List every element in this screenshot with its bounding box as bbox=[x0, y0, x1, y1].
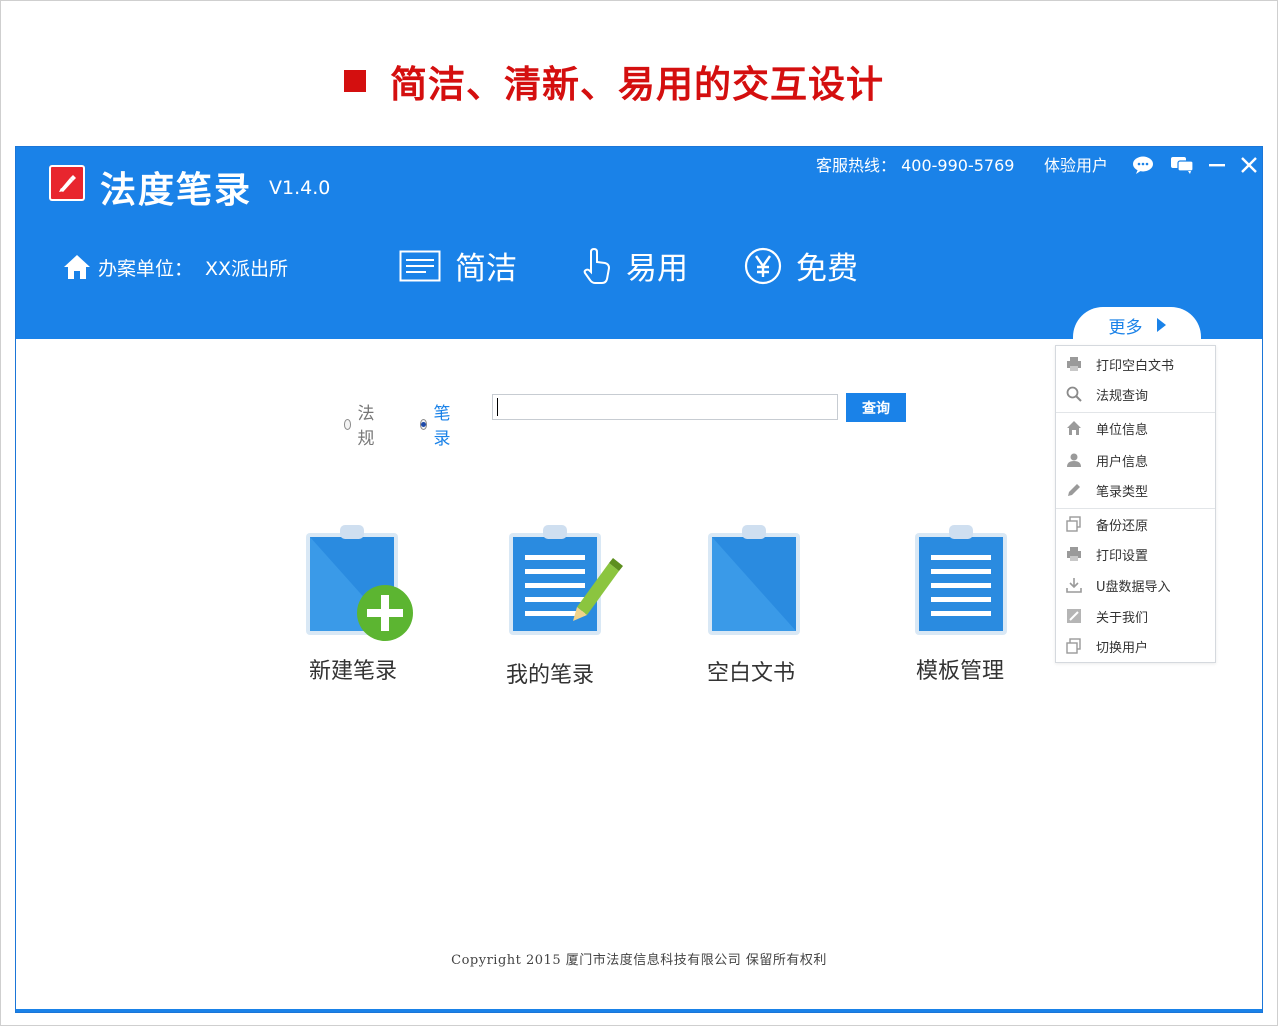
messages-icon[interactable] bbox=[1168, 151, 1196, 179]
menu-item-unit-info[interactable]: 单位信息 bbox=[1056, 414, 1215, 442]
template-icon bbox=[915, 525, 1007, 635]
copyright-text: Copyright 2015 厦门市法度信息科技有限公司 保留所有权利 bbox=[451, 953, 827, 968]
menu-item-law-search[interactable]: 法规查询 bbox=[1056, 380, 1215, 408]
feature-free: 免费 bbox=[744, 243, 858, 288]
menu-divider bbox=[1056, 508, 1215, 509]
menu-item-backup[interactable]: 备份还原 bbox=[1056, 510, 1215, 538]
menu-item-label: 用户信息 bbox=[1096, 454, 1149, 470]
user-type-label[interactable]: 体验用户 bbox=[1044, 152, 1108, 176]
home-icon bbox=[1066, 420, 1082, 436]
case-unit-label: 办案单位： bbox=[98, 257, 194, 280]
tile-new-note-label: 新建笔录 bbox=[308, 659, 397, 684]
tile-template-management-label: 模板管理 bbox=[915, 659, 1004, 684]
case-unit-value: XX派出所 bbox=[205, 257, 289, 280]
app-version: V1.4.0 bbox=[269, 177, 331, 199]
radio-law[interactable]: 法规 bbox=[344, 399, 378, 449]
more-tab-label: 更多 bbox=[1108, 317, 1143, 338]
case-unit: 办案单位： XX派出所 bbox=[62, 253, 288, 281]
app-logo-icon bbox=[49, 165, 85, 201]
search-input[interactable] bbox=[492, 394, 838, 420]
minimize-icon[interactable] bbox=[1203, 151, 1231, 179]
yen-circle-icon bbox=[744, 247, 782, 284]
pencil-icon bbox=[1066, 482, 1082, 498]
feature-easy: 易用 bbox=[582, 243, 688, 288]
bottom-accent-line bbox=[16, 1009, 1262, 1012]
menu-item-switch-user[interactable]: 切换用户 bbox=[1056, 632, 1215, 660]
feature-free-label: 免费 bbox=[796, 251, 858, 287]
menu-item-note-type[interactable]: 笔录类型 bbox=[1056, 476, 1215, 504]
app-name: 法度笔录 bbox=[100, 170, 253, 211]
app-header: 法度笔录 V1.4.0 客服热线： 400-990-5769 体验用户 办案单位… bbox=[16, 147, 1262, 339]
menu-item-label: 笔录类型 bbox=[1096, 484, 1149, 500]
my-notes-icon bbox=[509, 525, 623, 635]
slide-title-text: 简洁、清新、易用的交互设计 bbox=[390, 63, 884, 106]
printer-icon bbox=[1066, 356, 1082, 372]
text-caret bbox=[497, 398, 498, 416]
menu-item-label: 关于我们 bbox=[1096, 610, 1149, 626]
menu-item-label: 切换用户 bbox=[1096, 640, 1149, 656]
radio-dot-selected bbox=[420, 418, 428, 430]
backup-icon bbox=[1066, 516, 1082, 532]
user-icon bbox=[1066, 452, 1082, 468]
blank-document-icon bbox=[708, 525, 800, 635]
menu-item-label: 单位信息 bbox=[1096, 422, 1149, 438]
menu-item-user-info[interactable]: 用户信息 bbox=[1056, 446, 1215, 474]
search-button[interactable]: 查询 bbox=[846, 393, 906, 422]
feature-simple-label: 简洁 bbox=[455, 251, 517, 287]
menu-item-label: 法规查询 bbox=[1096, 388, 1149, 404]
menu-item-label: 备份还原 bbox=[1096, 518, 1149, 534]
document-lines-icon bbox=[399, 250, 441, 281]
more-menu: 打印空白文书 法规查询 单位信息 用户信息 笔录类型 备份还原 打印设置 U盘数… bbox=[1055, 345, 1216, 663]
radio-notes-label: 笔录 bbox=[433, 404, 451, 449]
close-icon[interactable] bbox=[1235, 151, 1263, 179]
tile-blank-document[interactable]: 空白文书 bbox=[676, 521, 826, 689]
tile-my-notes[interactable]: 我的笔录 bbox=[475, 521, 625, 689]
tile-new-note[interactable]: 新建笔录 bbox=[278, 521, 428, 689]
tile-blank-document-label: 空白文书 bbox=[706, 661, 795, 686]
menu-divider bbox=[1056, 412, 1215, 413]
radio-law-label: 法规 bbox=[357, 404, 375, 449]
menu-item-print-blank[interactable]: 打印空白文书 bbox=[1056, 350, 1215, 378]
new-note-icon bbox=[306, 525, 413, 641]
more-tab[interactable]: 更多 bbox=[1073, 307, 1201, 343]
switch-icon bbox=[1066, 638, 1082, 654]
service-hotline: 客服热线： 400-990-5769 bbox=[816, 156, 1015, 175]
menu-item-label: U盘数据导入 bbox=[1096, 579, 1171, 595]
download-icon bbox=[1066, 577, 1082, 593]
menu-item-usb-import[interactable]: U盘数据导入 bbox=[1056, 571, 1215, 599]
feature-simple: 简洁 bbox=[399, 243, 517, 288]
home-icon bbox=[64, 255, 90, 279]
menu-item-label: 打印设置 bbox=[1096, 548, 1149, 564]
tile-template-management[interactable]: 模板管理 bbox=[885, 521, 1035, 689]
menu-item-about[interactable]: 关于我们 bbox=[1056, 602, 1215, 630]
radio-notes[interactable]: 笔录 bbox=[420, 399, 454, 449]
arrow-right-icon bbox=[1156, 318, 1166, 332]
feature-easy-label: 易用 bbox=[626, 251, 688, 287]
menu-item-print-settings[interactable]: 打印设置 bbox=[1056, 540, 1215, 568]
red-square-bullet bbox=[344, 70, 366, 92]
radio-dot bbox=[344, 418, 352, 430]
pointing-hand-icon bbox=[583, 247, 611, 284]
chat-bubble-icon[interactable] bbox=[1129, 151, 1157, 179]
app-window: 法度笔录 V1.4.0 客服热线： 400-990-5769 体验用户 办案单位… bbox=[15, 146, 1263, 1013]
tile-my-notes-label: 我的笔录 bbox=[505, 663, 594, 688]
printer-icon bbox=[1066, 546, 1082, 562]
slide-title: 简洁、清新、易用的交互设计 bbox=[344, 58, 884, 106]
menu-item-label: 打印空白文书 bbox=[1096, 358, 1175, 374]
search-icon bbox=[1066, 386, 1082, 402]
info-icon bbox=[1066, 608, 1082, 624]
